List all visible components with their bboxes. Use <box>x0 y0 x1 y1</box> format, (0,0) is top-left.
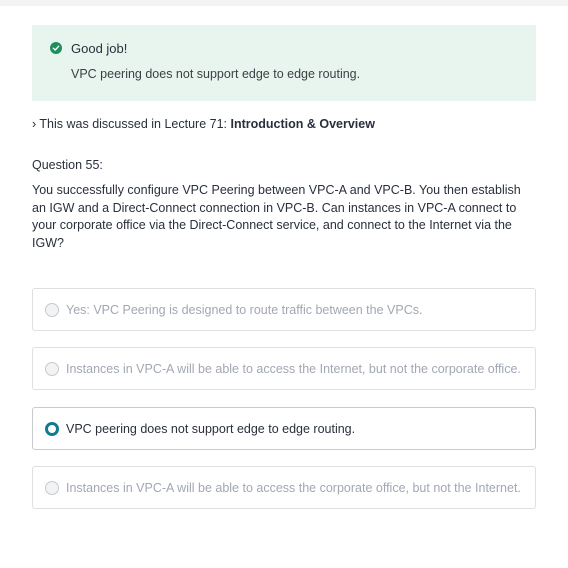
feedback-message: VPC peering does not support edge to edg… <box>71 67 361 81</box>
lecture-reference: › This was discussed in Lecture 71: Intr… <box>32 117 375 131</box>
answer-option-label: Instances in VPC-A will be able to acces… <box>66 481 521 495</box>
quiz-page: Good job! VPC peering does not support e… <box>0 0 568 568</box>
answer-option-label: Yes: VPC Peering is designed to route tr… <box>66 303 423 317</box>
question-text: You successfully configure VPC Peering b… <box>32 183 521 250</box>
feedback-banner: Good job! VPC peering does not support e… <box>32 25 536 101</box>
radio-icon[interactable] <box>45 362 59 376</box>
answer-option-label: Instances in VPC-A will be able to acces… <box>66 362 521 376</box>
answer-option-label: VPC peering does not support edge to edg… <box>66 422 356 436</box>
lecture-reference-prefix: › This was discussed in Lecture 71: <box>32 117 231 131</box>
answer-option-3[interactable]: VPC peering does not support edge to edg… <box>32 407 536 450</box>
lecture-reference-title[interactable]: Introduction & Overview <box>230 117 374 131</box>
answer-option-2[interactable]: Instances in VPC-A will be able to acces… <box>32 347 536 390</box>
feedback-title: Good job! <box>71 41 128 56</box>
question-number: Question 55: <box>32 158 103 172</box>
check-circle-icon <box>50 42 62 54</box>
radio-icon[interactable] <box>45 481 59 495</box>
radio-selected-icon[interactable] <box>45 422 59 436</box>
radio-icon[interactable] <box>45 303 59 317</box>
answer-option-1[interactable]: Yes: VPC Peering is designed to route tr… <box>32 288 536 331</box>
answer-option-4[interactable]: Instances in VPC-A will be able to acces… <box>32 466 536 509</box>
